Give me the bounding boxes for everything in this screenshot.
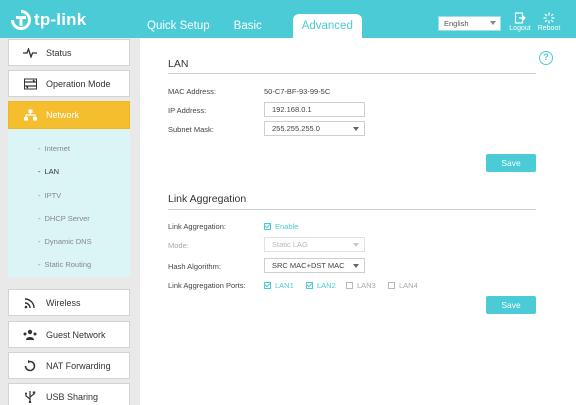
- port-checkbox-lan1[interactable]: LAN1: [264, 281, 294, 290]
- reboot-icon: [543, 12, 555, 24]
- logout-icon: [514, 12, 526, 24]
- submenu-item-lan[interactable]: - LAN: [38, 167, 59, 176]
- sidebar-item-operation-mode[interactable]: Operation Mode: [8, 70, 130, 97]
- logout-label: Logout: [509, 25, 531, 32]
- lan-save-button[interactable]: Save: [486, 154, 536, 172]
- chevron-down-icon: [490, 21, 496, 25]
- checkbox-checked-icon: [264, 223, 271, 230]
- sidebar-item-label: Network: [46, 110, 80, 120]
- logout-button[interactable]: Logout: [506, 12, 534, 32]
- mode-label: Mode:: [168, 241, 189, 250]
- subnet-mask-label: Subnet Mask:: [168, 125, 214, 134]
- nat-forwarding-icon: [23, 359, 37, 373]
- network-icon: [23, 108, 37, 122]
- submenu-item-label: LAN: [44, 167, 60, 176]
- port-checkbox-lan4[interactable]: LAN4: [388, 281, 418, 290]
- sidebar-item-network[interactable]: Network: [8, 101, 130, 129]
- sidebar-item-label: NAT Forwarding: [46, 360, 111, 371]
- mode-select[interactable]: Static LAG: [264, 237, 365, 252]
- main-content: ? LAN MAC Address: 50-C7-BF-93-99-5C IP …: [140, 38, 576, 405]
- lan-divider: [168, 73, 536, 74]
- language-select[interactable]: English: [438, 16, 501, 31]
- wifi-icon: [23, 296, 37, 310]
- sidebar-item-usb-sharing[interactable]: USB Sharing: [8, 383, 130, 405]
- submenu-item-label: Static Routing: [44, 260, 92, 269]
- operation-mode-icon: [23, 77, 37, 91]
- chevron-down-icon: [353, 243, 359, 247]
- link-aggregation-save-button[interactable]: Save: [486, 296, 536, 314]
- submenu-item-static-routing[interactable]: - Static Routing: [38, 260, 91, 269]
- port-checkbox-lan2[interactable]: LAN2: [306, 281, 336, 290]
- sidebar-item-wireless[interactable]: Wireless: [8, 289, 130, 316]
- help-icon[interactable]: ?: [539, 51, 553, 65]
- link-aggregation-ports-label: Link Aggregation Ports:: [168, 281, 246, 290]
- link-aggregation-divider: [168, 209, 536, 210]
- sidebar-item-label: USB Sharing: [46, 391, 99, 402]
- sidebar: Status Operation Mode Network - Internet …: [0, 38, 140, 405]
- network-submenu: - Internet - LAN - IPTV - DHCP Server - Dynam…: [8, 129, 130, 277]
- submenu-item-dynamic-dns[interactable]: - Dynamic DNS: [38, 237, 92, 246]
- tp-link-logo: tp-link: [10, 9, 86, 31]
- ip-address-value: 192.168.0.1: [272, 105, 312, 114]
- checkbox-checked-icon: [264, 282, 271, 289]
- hash-algorithm-label: Hash Algorithm:: [168, 262, 221, 271]
- sidebar-item-status[interactable]: Status: [8, 39, 130, 66]
- subnet-mask-value: 255.255.255.0: [272, 124, 320, 133]
- link-aggregation-enable-checkbox[interactable]: Enable: [264, 222, 298, 231]
- lan-section-title: LAN: [168, 58, 189, 70]
- port-label: LAN3: [357, 281, 376, 290]
- tab-advanced[interactable]: Advanced: [292, 14, 362, 38]
- submenu-item-label: DHCP Server: [44, 214, 90, 223]
- ip-address-label: IP Address:: [168, 106, 207, 115]
- ip-address-input[interactable]: 192.168.0.1: [264, 102, 365, 117]
- language-selected-value: English: [444, 19, 469, 28]
- sidebar-item-label: Guest Network: [46, 329, 106, 340]
- guest-network-icon: [23, 328, 37, 342]
- tab-quick-setup[interactable]: Quick Setup: [136, 14, 221, 38]
- port-label: LAN1: [275, 281, 294, 290]
- checkbox-checked-icon: [306, 282, 313, 289]
- link-aggregation-section-title: Link Aggregation: [168, 193, 247, 205]
- submenu-item-internet[interactable]: - Internet: [38, 144, 70, 153]
- chevron-down-icon: [353, 264, 359, 268]
- hash-algorithm-value: SRC MAC+DST MAC: [272, 261, 345, 270]
- checkbox-unchecked-icon: [388, 282, 395, 289]
- mode-value: Static LAG: [272, 240, 308, 249]
- port-label: LAN4: [399, 281, 418, 290]
- sidebar-item-label: Wireless: [46, 297, 81, 308]
- submenu-item-dhcp-server[interactable]: - DHCP Server: [38, 214, 90, 223]
- submenu-item-iptv[interactable]: - IPTV: [38, 191, 61, 200]
- enable-label: Enable: [275, 222, 299, 231]
- top-tabs: Quick Setup Basic Advanced: [136, 14, 362, 38]
- mac-address-label: MAC Address:: [168, 87, 216, 96]
- sidebar-item-label: Status: [46, 47, 72, 58]
- port-label: LAN2: [317, 281, 336, 290]
- tp-link-logo-icon: [10, 9, 32, 31]
- reboot-label: Reboot: [537, 25, 561, 32]
- pulse-icon: [23, 46, 37, 60]
- tab-basic[interactable]: Basic: [223, 14, 273, 38]
- sidebar-item-label: Operation Mode: [46, 78, 111, 89]
- sidebar-item-nat-forwarding[interactable]: NAT Forwarding: [8, 352, 130, 379]
- usb-icon: [23, 390, 37, 404]
- mac-address-value: 50-C7-BF-93-99-5C: [264, 87, 331, 96]
- checkbox-unchecked-icon: [346, 282, 353, 289]
- submenu-item-label: Internet: [44, 144, 70, 153]
- subnet-mask-select[interactable]: 255.255.255.0: [264, 121, 365, 136]
- chevron-down-icon: [353, 127, 359, 131]
- submenu-item-label: IPTV: [44, 191, 62, 200]
- port-checkbox-lan3[interactable]: LAN3: [346, 281, 376, 290]
- submenu-item-label: Dynamic DNS: [44, 237, 92, 246]
- top-header: tp-link Quick Setup Basic Advanced Engli…: [0, 0, 576, 38]
- reboot-button[interactable]: Reboot: [535, 12, 563, 32]
- hash-algorithm-select[interactable]: SRC MAC+DST MAC: [264, 258, 365, 273]
- link-aggregation-label: Link Aggregation:: [168, 222, 226, 231]
- logo-text: tp-link: [34, 10, 87, 29]
- sidebar-item-guest-network[interactable]: Guest Network: [8, 321, 130, 348]
